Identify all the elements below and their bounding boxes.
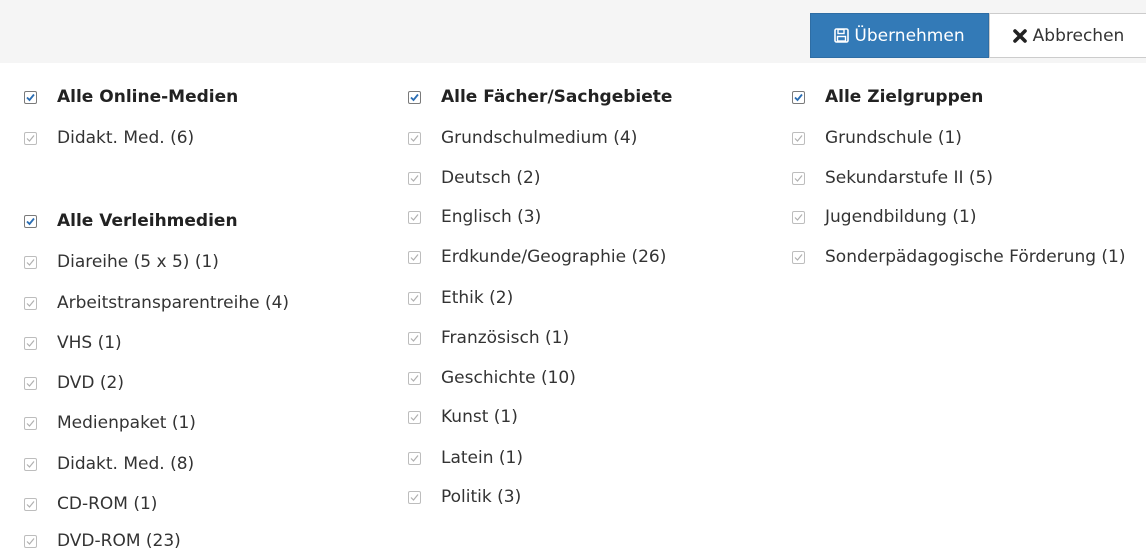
checkbox[interactable] [408, 172, 421, 185]
checkbox[interactable] [24, 377, 37, 390]
filter-option-label: Grundschulmedium (4) [441, 128, 638, 148]
filter-option-label: Sonderpädagogische Förderung (1) [825, 247, 1126, 267]
filter-option[interactable]: Grundschule (1) [792, 127, 962, 149]
filter-option[interactable]: Kunst (1) [408, 406, 518, 428]
filter-option[interactable]: VHS (1) [24, 332, 122, 354]
checkbox[interactable] [24, 535, 37, 548]
checkbox-all-online-media[interactable]: Alle Online-Medien [24, 86, 238, 108]
apply-button[interactable]: Übernehmen [810, 13, 989, 58]
filter-option-label: VHS (1) [57, 333, 122, 353]
filter-option-label: Diareihe (5 x 5) (1) [57, 252, 219, 272]
filter-option-label: Ethik (2) [441, 288, 514, 308]
filter-option[interactable]: Englisch (3) [408, 206, 541, 228]
filter-option-label: Grundschule (1) [825, 128, 962, 148]
filter-option[interactable]: Deutsch (2) [408, 167, 540, 189]
toolbar: Übernehmen Abbrechen [0, 0, 1146, 63]
checkbox[interactable] [24, 337, 37, 350]
checkbox[interactable] [408, 91, 421, 104]
filter-option-label: Geschichte (10) [441, 368, 576, 388]
filter-option-label: Sekundarstufe II (5) [825, 168, 993, 188]
checkbox[interactable] [24, 498, 37, 511]
cancel-label: Abbrechen [1032, 25, 1125, 46]
filter-option-label: Erdkunde/Geographie (26) [441, 247, 667, 267]
filter-option[interactable]: Sekundarstufe II (5) [792, 167, 993, 189]
checkbox[interactable] [408, 372, 421, 385]
filter-option-label: Didakt. Med. (8) [57, 454, 195, 474]
filter-option[interactable]: Grundschulmedium (4) [408, 127, 637, 149]
filter-option[interactable]: Latein (1) [408, 447, 523, 469]
checkbox[interactable] [792, 211, 805, 224]
filter-option[interactable]: Didakt. Med. (8) [24, 453, 194, 475]
checkbox[interactable] [408, 292, 421, 305]
filter-option[interactable]: DVD-ROM (23) [24, 530, 181, 552]
checkbox[interactable] [24, 417, 37, 430]
checkbox-all-loan-media[interactable]: Alle Verleihmedien [24, 210, 238, 232]
checkbox[interactable] [24, 215, 37, 228]
checkbox[interactable] [408, 332, 421, 345]
close-icon [1012, 28, 1028, 44]
checkbox[interactable] [408, 491, 421, 504]
filter-option[interactable]: Diareihe (5 x 5) (1) [24, 251, 219, 273]
filter-option-label: Englisch (3) [441, 207, 542, 227]
filter-option-label: Kunst (1) [441, 407, 518, 427]
filter-option[interactable]: Didakt. Med. (6) [24, 127, 194, 149]
filter-option[interactable]: Arbeitstransparentreihe (4) [24, 292, 289, 314]
save-icon [834, 28, 850, 43]
filter-option-label: Französisch (1) [441, 328, 570, 348]
checkbox[interactable] [408, 251, 421, 264]
checkbox[interactable] [792, 172, 805, 185]
filter-option[interactable]: CD-ROM (1) [24, 493, 157, 515]
checkbox[interactable] [24, 132, 37, 145]
filter-group-label: Alle Online-Medien [57, 87, 239, 107]
filter-option-label: Didakt. Med. (6) [57, 128, 195, 148]
checkbox[interactable] [792, 251, 805, 264]
checkbox[interactable] [24, 297, 37, 310]
checkbox[interactable] [24, 91, 37, 104]
checkbox[interactable] [408, 132, 421, 145]
filter-option[interactable]: Jugendbildung (1) [792, 206, 976, 228]
filter-option-label: Jugendbildung (1) [825, 207, 977, 227]
filter-option-label: Arbeitstransparentreihe (4) [57, 293, 290, 313]
apply-label: Übernehmen [854, 25, 965, 46]
filter-option-label: Politik (3) [441, 487, 522, 507]
checkbox[interactable] [792, 132, 805, 145]
filter-group-label: Alle Verleihmedien [57, 211, 238, 231]
filter-group-label: Alle Zielgruppen [825, 87, 984, 107]
filter-group-label: Alle Fächer/Sachgebiete [441, 87, 673, 107]
checkbox-all-subjects[interactable]: Alle Fächer/Sachgebiete [408, 86, 672, 108]
filter-option-label: Medienpaket (1) [57, 413, 196, 433]
filter-option-label: CD-ROM (1) [57, 494, 158, 514]
filter-option[interactable]: Ethik (2) [408, 287, 513, 309]
filter-option[interactable]: Französisch (1) [408, 327, 569, 349]
filter-option-label: DVD-ROM (23) [57, 531, 181, 551]
checkbox[interactable] [792, 91, 805, 104]
filter-option[interactable]: Geschichte (10) [408, 367, 576, 389]
filter-option[interactable]: DVD (2) [24, 372, 124, 394]
filter-option[interactable]: Sonderpädagogische Förderung (1) [792, 246, 1130, 268]
checkbox[interactable] [24, 458, 37, 471]
filter-option-label: Latein (1) [441, 448, 523, 468]
filter-option[interactable]: Politik (3) [408, 486, 521, 508]
cancel-button[interactable]: Abbrechen [989, 13, 1146, 58]
checkbox[interactable] [408, 211, 421, 224]
filter-option[interactable]: Erdkunde/Geographie (26) [408, 246, 666, 268]
checkbox[interactable] [408, 411, 421, 424]
filter-option-label: DVD (2) [57, 373, 124, 393]
filter-option-label: Deutsch (2) [441, 168, 541, 188]
filter-option[interactable]: Medienpaket (1) [24, 412, 196, 434]
checkbox-all-audiences[interactable]: Alle Zielgruppen [792, 86, 983, 108]
checkbox[interactable] [408, 452, 421, 465]
checkbox[interactable] [24, 256, 37, 269]
